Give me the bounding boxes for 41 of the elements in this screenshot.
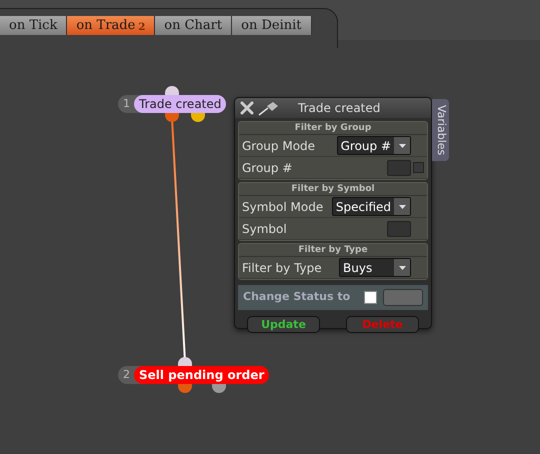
tab-count: 2 (138, 21, 146, 35)
field-label: Group Mode (242, 138, 316, 154)
input-field[interactable] (387, 220, 411, 236)
section-header: Filter by Group (239, 122, 427, 135)
tab[interactable]: on Tick (0, 16, 68, 35)
input-port[interactable] (178, 357, 192, 366)
output-port[interactable] (165, 113, 179, 122)
status-checkbox[interactable] (364, 291, 377, 304)
section-header: Filter by Symbol (239, 183, 427, 196)
panel-title: Trade created (298, 100, 380, 117)
section-header: Filter by Type (239, 244, 427, 257)
dropdown[interactable]: Specified (332, 197, 411, 216)
pin-icon[interactable] (258, 100, 280, 116)
close-icon[interactable] (240, 101, 254, 115)
input-field[interactable] (387, 160, 411, 176)
caret-icon (394, 198, 410, 215)
status-label: Change Status to (243, 289, 352, 306)
output-port[interactable] (212, 384, 226, 393)
field-label: Group # (242, 160, 294, 176)
dropdown-value: Buys (342, 260, 374, 276)
side-tab[interactable]: Variables (432, 99, 449, 161)
caret-icon (394, 259, 410, 276)
dropdown-value: Specified (334, 198, 392, 216)
tab[interactable]: on Deinit (232, 16, 312, 35)
dropdown-value: Group # (340, 138, 392, 154)
action-button[interactable]: Update (247, 316, 320, 333)
node-label[interactable]: Trade created (134, 95, 226, 113)
tab[interactable]: on Chart (155, 16, 232, 35)
field-label: Symbol (242, 220, 288, 238)
input-port[interactable] (165, 86, 179, 95)
caret-icon (394, 137, 410, 154)
checkbox[interactable] (413, 162, 424, 173)
dropdown[interactable]: Group # (336, 136, 411, 155)
output-port[interactable] (191, 113, 205, 122)
field-label: Filter by Type (242, 260, 323, 276)
dropdown[interactable]: Buys (339, 258, 411, 277)
status-field[interactable] (383, 289, 423, 306)
output-port[interactable] (178, 384, 192, 393)
field-label: Symbol Mode (242, 198, 324, 216)
tab[interactable]: on Trade 2 (67, 16, 156, 35)
node-label[interactable]: Sell pending order (134, 366, 270, 384)
